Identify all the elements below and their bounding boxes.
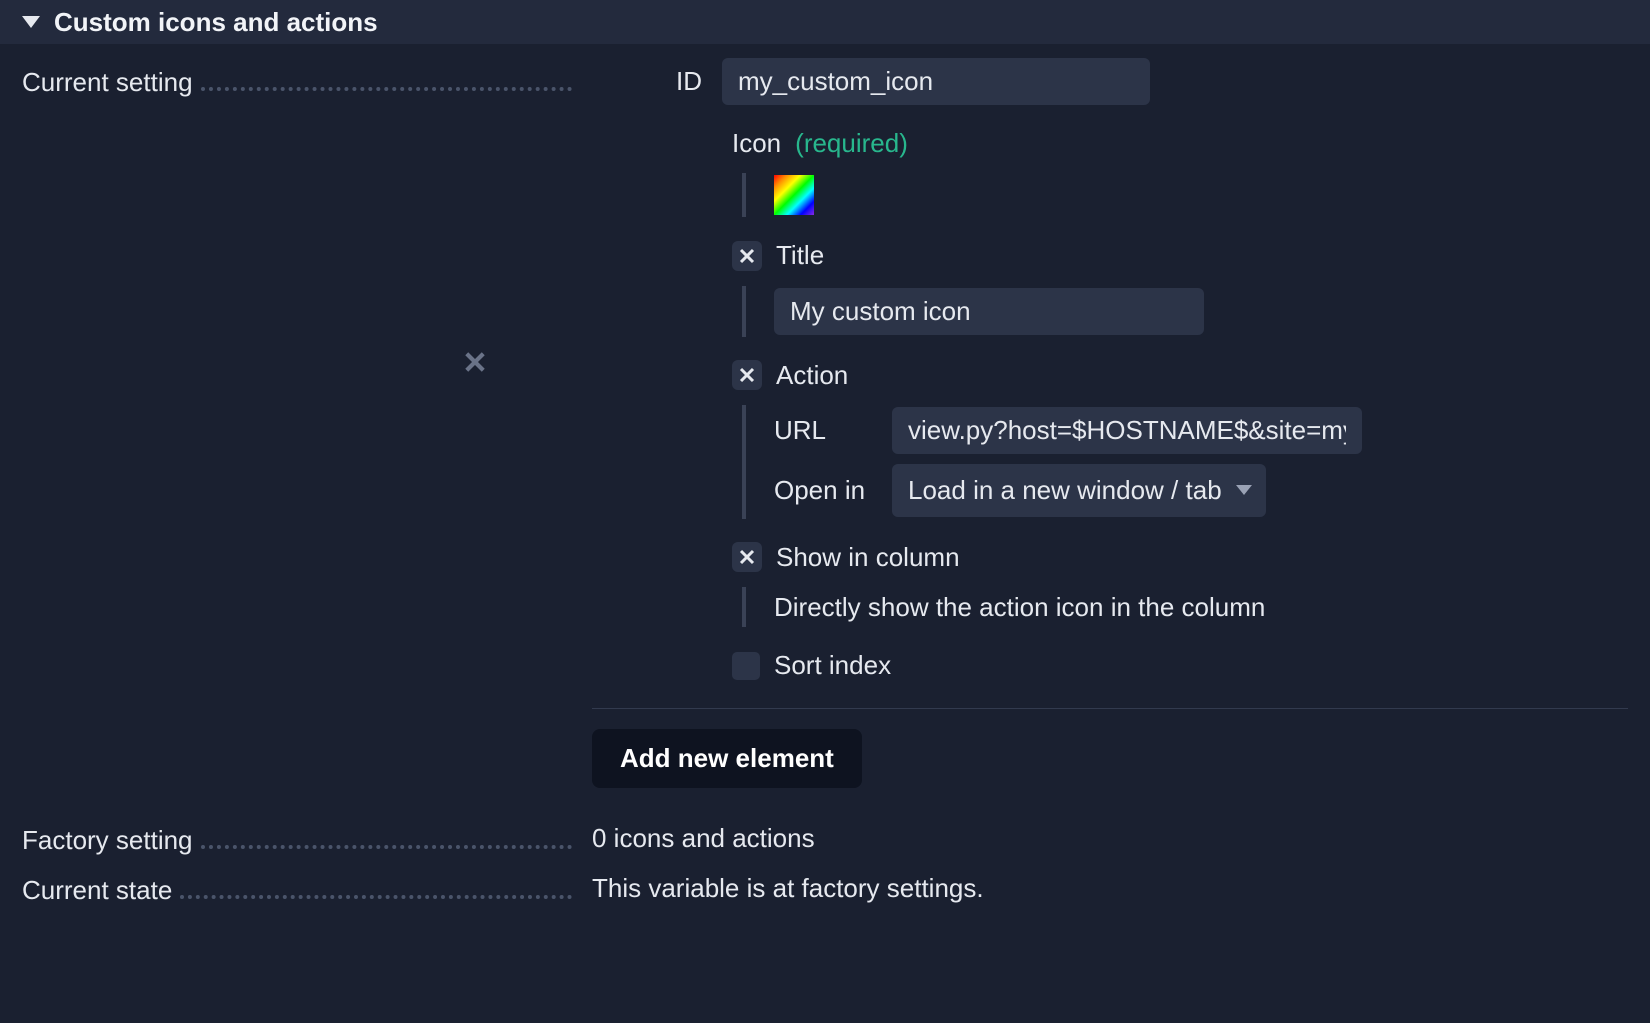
required-tag: (required): [795, 125, 908, 161]
chevron-down-icon: [1236, 485, 1252, 495]
show-in-column-label: Show in column: [776, 539, 960, 575]
id-label: ID: [592, 63, 708, 99]
label-current-setting: Current setting: [22, 58, 572, 100]
current-state-value: This variable is at factory settings.: [592, 873, 984, 903]
id-input[interactable]: [722, 58, 1150, 105]
remove-action-button[interactable]: [732, 360, 762, 390]
open-in-select[interactable]: Load in a new window / tab: [892, 464, 1266, 516]
label-factory-setting: Factory setting: [22, 816, 572, 858]
block-divider: [592, 708, 1628, 709]
remove-show-in-column-button[interactable]: [732, 542, 762, 572]
section-header[interactable]: Custom icons and actions: [0, 0, 1650, 44]
icon-preview[interactable]: [774, 175, 814, 215]
delete-element-button[interactable]: [464, 346, 486, 382]
show-in-column-desc: Directly show the action icon in the col…: [774, 592, 1265, 622]
url-label: URL: [774, 412, 874, 448]
title-label: Title: [776, 237, 824, 273]
sort-index-checkbox[interactable]: [732, 652, 760, 680]
sort-index-label: Sort index: [774, 647, 891, 683]
action-label: Action: [776, 357, 848, 393]
url-input[interactable]: [892, 407, 1362, 454]
icon-label: Icon: [732, 125, 781, 161]
remove-title-button[interactable]: [732, 241, 762, 271]
section-title: Custom icons and actions: [54, 4, 378, 40]
add-new-element-button[interactable]: Add new element: [592, 729, 862, 788]
title-input[interactable]: [774, 288, 1204, 335]
label-current-state: Current state: [22, 866, 572, 908]
factory-setting-value: 0 icons and actions: [592, 823, 815, 853]
collapse-icon: [22, 16, 40, 28]
open-in-label: Open in: [774, 472, 874, 508]
